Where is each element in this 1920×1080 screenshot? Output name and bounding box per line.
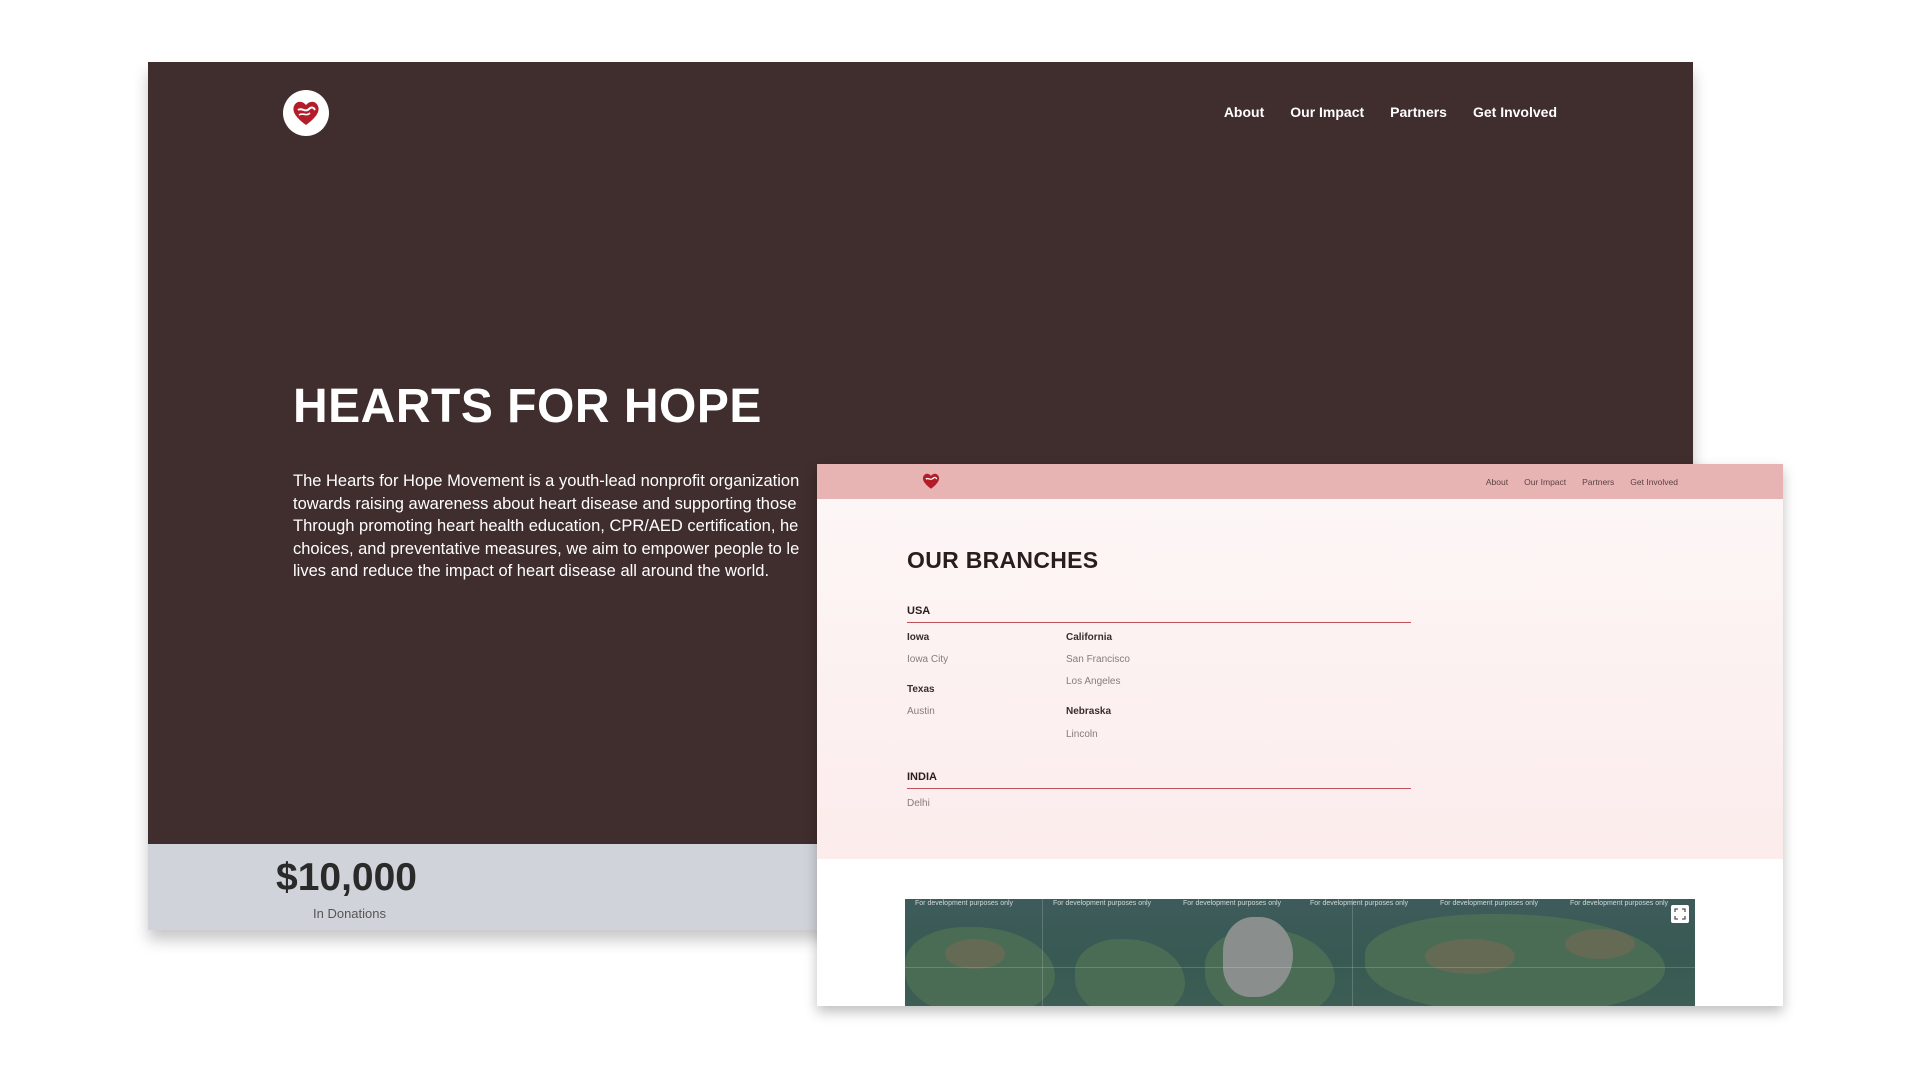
hero-title: HEARTS FOR HOPE xyxy=(293,380,762,433)
city-san-francisco: San Francisco xyxy=(1066,654,1130,665)
map-land xyxy=(1075,939,1185,1006)
map-terrain xyxy=(945,939,1005,969)
city-lincoln: Lincoln xyxy=(1066,729,1098,740)
map-terrain xyxy=(1425,939,1515,974)
branches-window: About Our Impact Partners Get Involved O… xyxy=(817,464,1783,1006)
fullscreen-icon[interactable] xyxy=(1671,905,1689,923)
branches-map[interactable]: For development purposes only For develo… xyxy=(905,899,1695,1006)
region-california: California xyxy=(1066,632,1113,643)
nav-about[interactable]: About xyxy=(1224,104,1264,120)
main-nav: About Our Impact Partners Get Involved xyxy=(1224,104,1557,120)
nav-our-impact[interactable]: Our Impact xyxy=(1290,104,1364,120)
map-gridline xyxy=(905,967,1695,968)
city-iowa-city: Iowa City xyxy=(907,654,949,665)
region-nebraska: Nebraska xyxy=(1066,706,1112,717)
map-watermark: For development purposes only xyxy=(1440,900,1539,907)
country-india: INDIA xyxy=(907,771,1411,789)
map-watermark: For development purposes only xyxy=(1183,900,1282,907)
nav-our-impact[interactable]: Our Impact xyxy=(1524,477,1566,487)
map-watermark: For development purposes only xyxy=(915,900,1014,907)
branches-nav-links: About Our Impact Partners Get Involved xyxy=(1486,477,1678,487)
nav-about[interactable]: About xyxy=(1486,477,1508,487)
country-usa: USA xyxy=(907,605,1411,623)
city-austin: Austin xyxy=(907,706,935,717)
nav-get-involved[interactable]: Get Involved xyxy=(1630,477,1678,487)
region-iowa: Iowa xyxy=(907,632,930,643)
region-texas: Texas xyxy=(907,684,935,695)
heart-logo-icon[interactable] xyxy=(283,90,329,136)
map-gridline xyxy=(1352,899,1353,1006)
branches-section: OUR BRANCHES USA Iowa Iowa City Texas Au… xyxy=(817,499,1783,859)
donations-label: In Donations xyxy=(313,906,386,921)
map-watermark: For development purposes only xyxy=(1310,900,1409,907)
branches-title: OUR BRANCHES xyxy=(907,547,1099,573)
map-gridline xyxy=(1042,899,1043,1006)
map-watermark: For development purposes only xyxy=(1053,900,1152,907)
map-land xyxy=(1365,914,1665,1006)
map-terrain xyxy=(1565,929,1635,959)
city-los-angeles: Los Angeles xyxy=(1066,676,1121,687)
branches-nav: About Our Impact Partners Get Involved xyxy=(817,464,1783,499)
nav-partners[interactable]: Partners xyxy=(1582,477,1614,487)
donations-value: $10,000 xyxy=(276,856,417,899)
map-watermark: For development purposes only xyxy=(1570,900,1669,907)
heart-logo-icon[interactable] xyxy=(921,472,941,495)
nav-get-involved[interactable]: Get Involved xyxy=(1473,104,1557,120)
city-delhi: Delhi xyxy=(907,798,930,809)
nav-partners[interactable]: Partners xyxy=(1390,104,1447,120)
